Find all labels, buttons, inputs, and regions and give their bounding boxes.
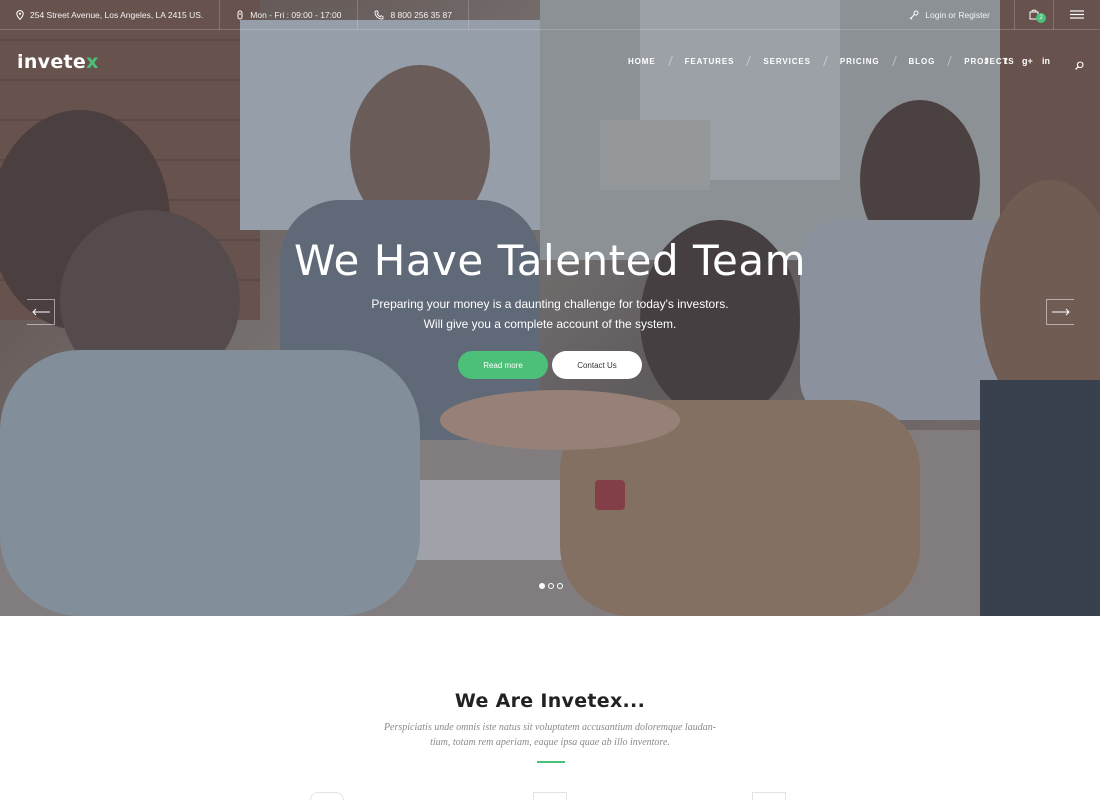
address-info: 254 Street Avenue, Los Angeles, LA 2415 … [0, 0, 221, 30]
login-register-link[interactable]: Login or Register [893, 0, 1014, 30]
phone-info[interactable]: 8 800 256 35 87 [358, 0, 469, 30]
nav-menu: HOME FEATURES SERVICES PRICING BLOG PROJ… [620, 56, 1023, 66]
cart-count-badge: 2 [1036, 12, 1046, 23]
linkedin-icon[interactable]: in [1042, 56, 1050, 66]
nav-separator [947, 56, 953, 66]
read-more-button[interactable]: Read more [458, 351, 548, 379]
slider-dot[interactable] [548, 583, 554, 589]
about-description-line: tium, totam rem aperiam, eaque ipsa quae… [430, 737, 670, 748]
slider-dot[interactable] [557, 583, 563, 589]
login-text[interactable]: Login or Register [925, 10, 990, 20]
hours-info: Mon - Fri : 09:00 - 17:00 [220, 0, 359, 30]
feature-icon [310, 792, 344, 800]
clock-icon [237, 10, 243, 19]
nav-separator [823, 56, 828, 66]
hero-subtitle: Preparing your money is a daunting chall… [0, 294, 1100, 334]
key-icon [909, 10, 919, 19]
about-section: We Are Invetex... Perspiciatis unde omni… [0, 616, 1100, 800]
hero-subtitle-line: Will give you a complete account of the … [423, 317, 677, 331]
address-text: 254 Street Avenue, Los Angeles, LA 2415 … [30, 9, 204, 20]
slider-pagination [539, 583, 563, 589]
nav-item-features[interactable]: FEATURES [677, 57, 743, 66]
facebook-icon[interactable]: f [982, 56, 990, 66]
nav-item-services[interactable]: SERVICES [755, 57, 819, 66]
cart-button[interactable]: 2 [1014, 0, 1054, 30]
search-button[interactable] [1075, 57, 1084, 75]
slider-prev-button[interactable] [27, 299, 55, 325]
about-title: We Are Invetex... [454, 690, 646, 712]
about-description-line: Perspiciatis unde omnis iste natus sit v… [383, 722, 717, 733]
phone-text[interactable]: 8 800 256 35 87 [390, 10, 451, 20]
nav-separator [667, 56, 673, 66]
arrow-right-icon [1051, 308, 1070, 316]
twitter-icon[interactable]: t [1002, 56, 1010, 66]
nav-item-blog[interactable]: BLOG [901, 57, 944, 66]
phone-icon [375, 10, 384, 19]
logo-accent: x [86, 51, 99, 73]
nav-item-home[interactable]: HOME [620, 57, 664, 66]
hamburger-menu-icon [1070, 10, 1084, 19]
about-description: Perspiciatis unde omnis iste natus sit v… [360, 720, 740, 750]
feature-icon [752, 792, 786, 800]
hero-subtitle-line: Preparing your money is a daunting chall… [371, 297, 729, 311]
logo[interactable]: invetex [17, 51, 99, 73]
social-links: f t g+ in [982, 56, 1051, 66]
section-divider [537, 761, 565, 763]
contact-us-button[interactable]: Contact Us [552, 351, 642, 379]
nav-item-pricing[interactable]: PRICING [832, 57, 888, 66]
slider-dot[interactable] [539, 583, 545, 589]
feature-icons-row [0, 792, 1100, 800]
logo-text: invete [17, 51, 87, 73]
arrow-left-icon [31, 308, 50, 316]
nav-separator [746, 56, 752, 66]
google-plus-icon[interactable]: g+ [1022, 56, 1033, 66]
nav-separator [891, 56, 897, 66]
hero-title: We Have Talented Team [293, 236, 807, 285]
search-icon [1075, 61, 1084, 70]
slider-next-button[interactable] [1046, 299, 1074, 325]
top-info-bar: 254 Street Avenue, Los Angeles, LA 2415 … [0, 0, 1100, 30]
hamburger-menu-button[interactable] [1054, 0, 1100, 30]
feature-icon [533, 792, 567, 800]
map-pin-icon [16, 9, 24, 20]
main-navigation: invetex HOME FEATURES SERVICES PRICING B… [0, 30, 1100, 94]
hours-text: Mon - Fri : 09:00 - 17:00 [250, 9, 342, 20]
